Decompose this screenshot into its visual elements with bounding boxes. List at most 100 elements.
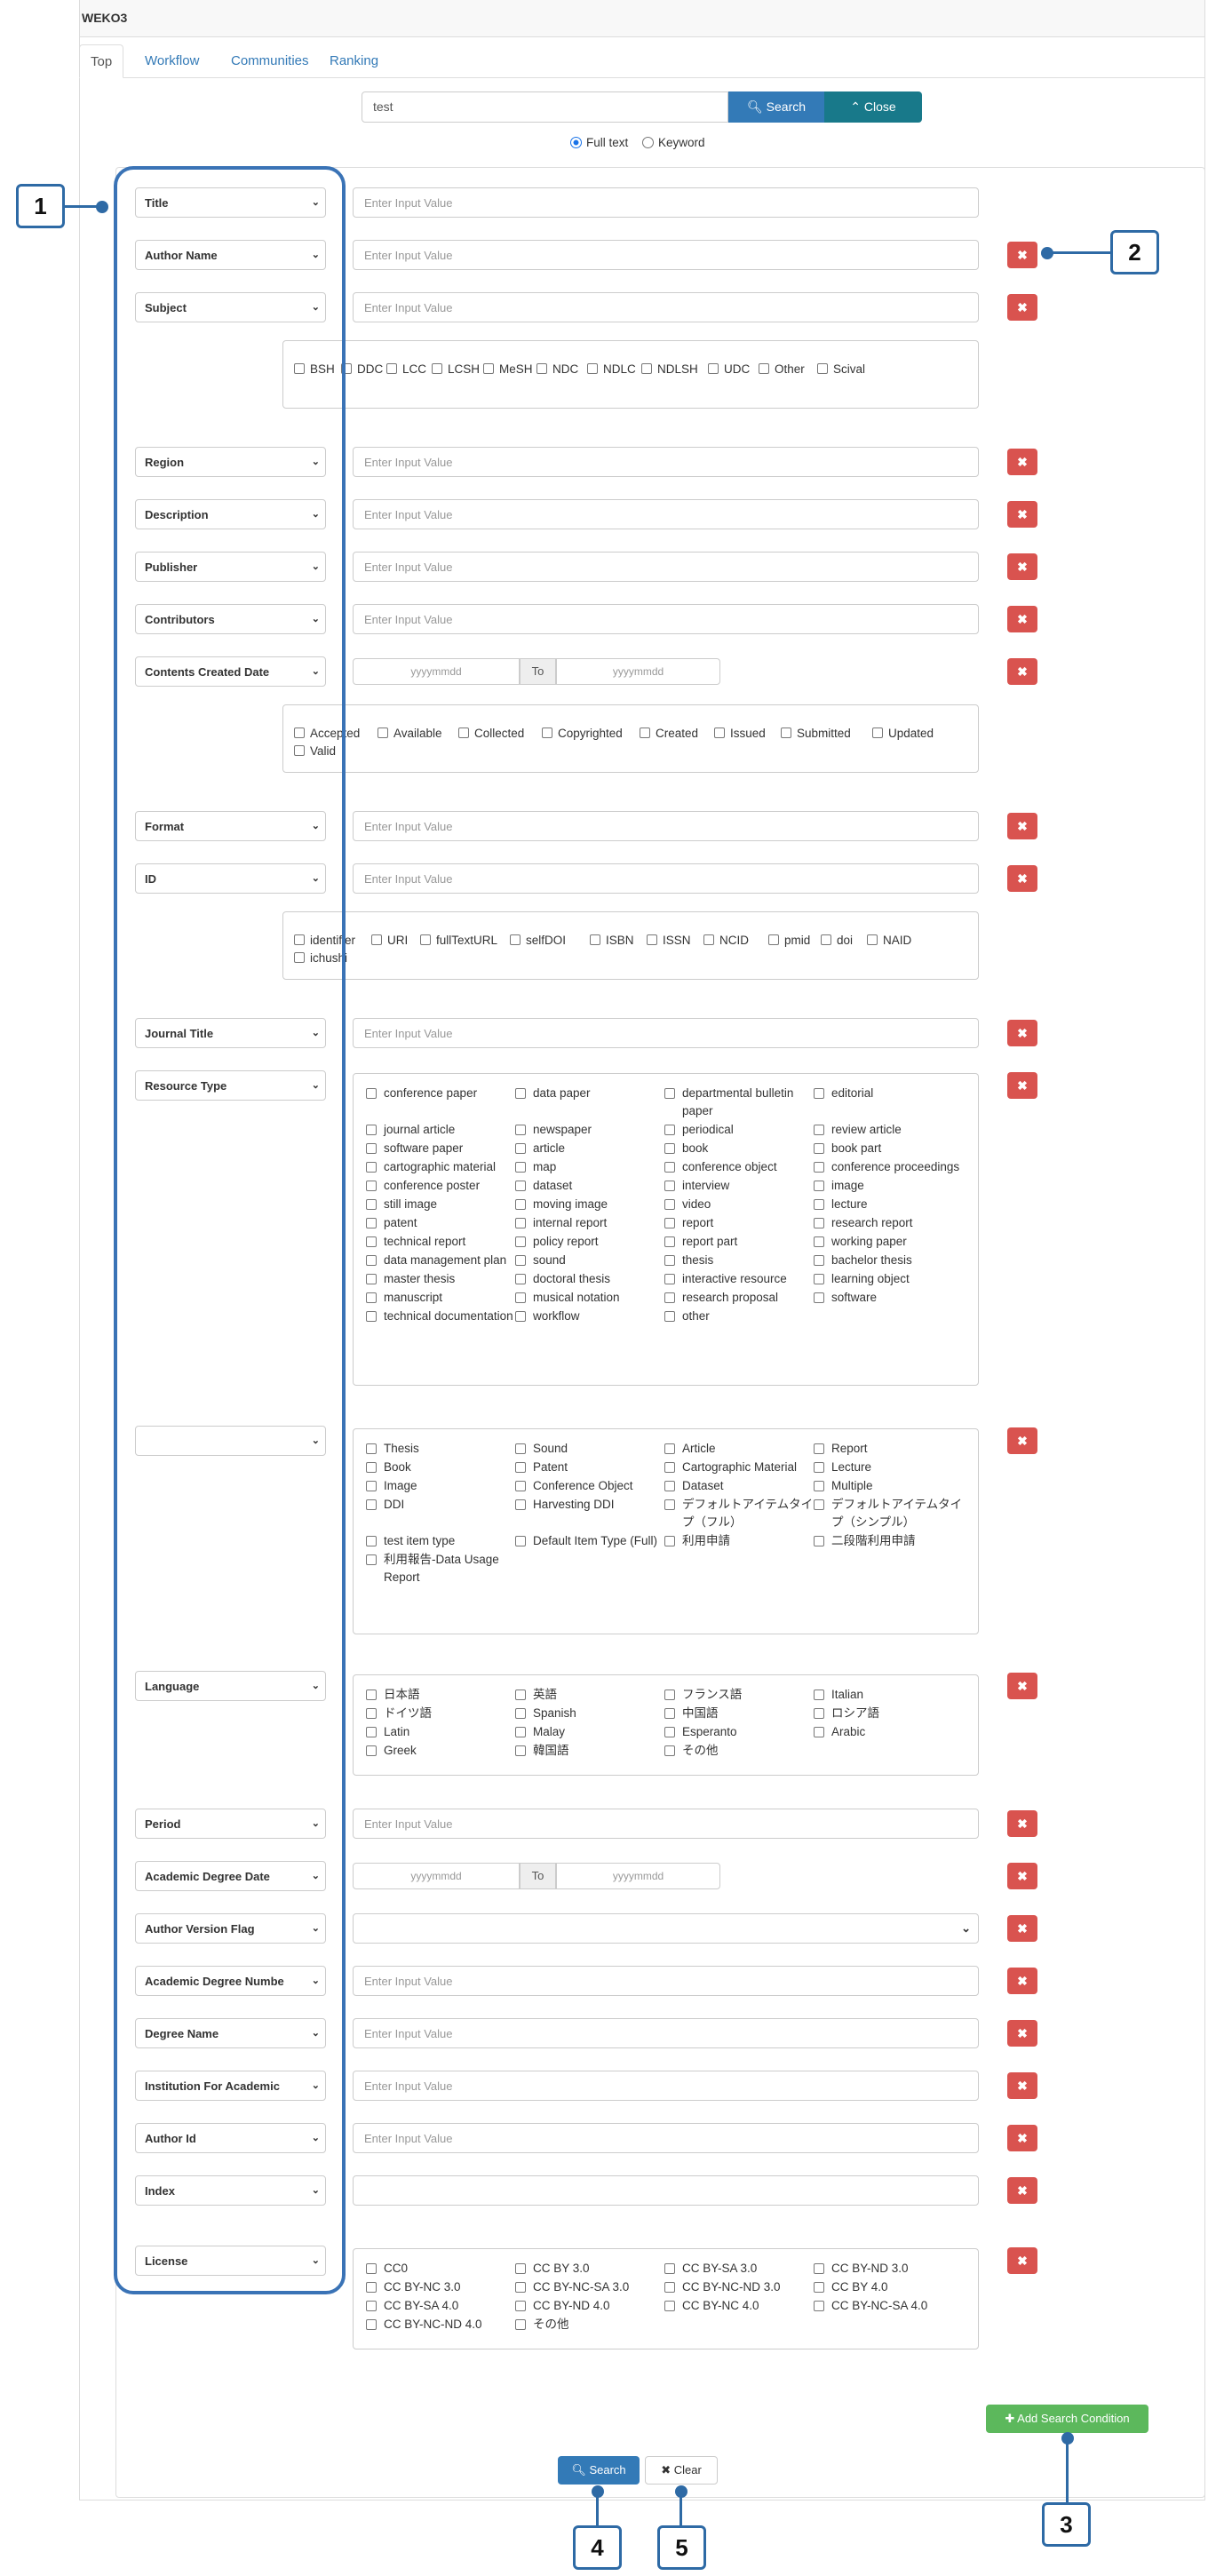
- checkbox-option[interactable]: dataset: [515, 1177, 664, 1195]
- checkbox-box[interactable]: [366, 1125, 377, 1135]
- checkbox-box[interactable]: [366, 1481, 377, 1491]
- checkbox-option[interactable]: book: [664, 1140, 814, 1157]
- checkbox-box[interactable]: [814, 1292, 824, 1303]
- checkbox-box[interactable]: [664, 2263, 675, 2274]
- add-search-condition-button[interactable]: ✚ Add Search Condition: [986, 2405, 1148, 2433]
- checkbox-option[interactable]: Copyrighted: [542, 725, 623, 742]
- checkbox-option[interactable]: patent: [366, 1214, 515, 1232]
- checkbox-option[interactable]: Collected: [458, 725, 524, 742]
- remove-condition-button[interactable]: ✖: [1007, 658, 1037, 685]
- checkbox-option[interactable]: Thesis: [366, 1440, 515, 1458]
- checkbox-box[interactable]: [515, 1745, 526, 1756]
- checkbox-option[interactable]: interview: [664, 1177, 814, 1195]
- checkbox-option[interactable]: URI: [371, 932, 408, 949]
- clear-button[interactable]: ✖ Clear: [645, 2456, 718, 2485]
- checkbox-option[interactable]: master thesis: [366, 1270, 515, 1288]
- remove-condition-button[interactable]: ✖: [1007, 1968, 1037, 1994]
- checkbox-option[interactable]: report: [664, 1214, 814, 1232]
- checkbox-box[interactable]: [515, 2282, 526, 2293]
- checkbox-option[interactable]: data management plan: [366, 1252, 515, 1269]
- checkbox-option[interactable]: Dataset: [664, 1477, 814, 1495]
- checkbox-box[interactable]: [641, 363, 652, 374]
- field-input-author-name[interactable]: Enter Input Value: [353, 240, 979, 270]
- remove-condition-button[interactable]: ✖: [1007, 1427, 1037, 1454]
- checkbox-box[interactable]: [814, 1125, 824, 1135]
- checkbox-option[interactable]: map: [515, 1158, 664, 1176]
- checkbox-box[interactable]: [867, 934, 878, 945]
- checkbox-option[interactable]: CC BY-SA 3.0: [664, 2260, 814, 2278]
- checkbox-option[interactable]: cartographic material: [366, 1158, 515, 1176]
- checkbox-option[interactable]: policy report: [515, 1233, 664, 1251]
- checkbox-box[interactable]: [814, 1274, 824, 1284]
- checkbox-box[interactable]: [536, 363, 547, 374]
- checkbox-box[interactable]: [366, 1745, 377, 1756]
- checkbox-option[interactable]: LCSH: [432, 361, 480, 378]
- checkbox-option[interactable]: selfDOI: [510, 932, 566, 949]
- checkbox-box[interactable]: [664, 1199, 675, 1210]
- checkbox-box[interactable]: [814, 1708, 824, 1719]
- checkbox-box[interactable]: [515, 1125, 526, 1135]
- checkbox-option[interactable]: musical notation: [515, 1289, 664, 1307]
- checkbox-box[interactable]: [759, 363, 769, 374]
- remove-condition-button[interactable]: ✖: [1007, 501, 1037, 528]
- field-input-index[interactable]: [353, 2175, 979, 2206]
- checkbox-box[interactable]: [366, 1443, 377, 1454]
- field-dropdown-author-version-flag[interactable]: ⌄: [353, 1913, 979, 1944]
- checkbox-box[interactable]: [814, 2301, 824, 2311]
- checkbox-option[interactable]: デフォルトアイテムタイプ（シンプル）: [814, 1496, 963, 1531]
- checkbox-option[interactable]: Spanish: [515, 1705, 664, 1722]
- checkbox-option[interactable]: CC BY-NC 4.0: [664, 2297, 814, 2315]
- checkbox-box[interactable]: [814, 1236, 824, 1247]
- field-input-contributors[interactable]: Enter Input Value: [353, 604, 979, 634]
- checkbox-box[interactable]: [515, 1708, 526, 1719]
- checkbox-box[interactable]: [814, 2282, 824, 2293]
- checkbox-option[interactable]: book part: [814, 1140, 963, 1157]
- checkbox-option[interactable]: Lecture: [814, 1459, 963, 1476]
- checkbox-option[interactable]: DDC: [341, 361, 383, 378]
- tab-ranking[interactable]: Ranking: [319, 44, 389, 78]
- checkbox-box[interactable]: [814, 1199, 824, 1210]
- checkbox-box[interactable]: [366, 1462, 377, 1473]
- checkbox-box[interactable]: [483, 363, 494, 374]
- field-input-region[interactable]: Enter Input Value: [353, 447, 979, 477]
- checkbox-option[interactable]: Image: [366, 1477, 515, 1495]
- checkbox-option[interactable]: journal article: [366, 1121, 515, 1139]
- checkbox-option[interactable]: still image: [366, 1196, 515, 1213]
- checkbox-box[interactable]: [664, 1162, 675, 1173]
- checkbox-option[interactable]: Greek: [366, 1742, 515, 1760]
- checkbox-option[interactable]: Arabic: [814, 1723, 963, 1741]
- checkbox-option[interactable]: NDLSH: [641, 361, 698, 378]
- checkbox-box[interactable]: [515, 1218, 526, 1228]
- checkbox-option[interactable]: 二段階利用申請: [814, 1532, 963, 1550]
- checkbox-option[interactable]: working paper: [814, 1233, 963, 1251]
- checkbox-box[interactable]: [664, 1274, 675, 1284]
- checkbox-box[interactable]: [814, 1181, 824, 1191]
- checkbox-option[interactable]: NDC: [536, 361, 578, 378]
- checkbox-option[interactable]: CC BY-NC 3.0: [366, 2278, 515, 2296]
- checkbox-box[interactable]: [664, 1125, 675, 1135]
- checkbox-option[interactable]: report part: [664, 1233, 814, 1251]
- checkbox-option[interactable]: 利用申請: [664, 1532, 814, 1550]
- field-input-academic-degree-numbe[interactable]: Enter Input Value: [353, 1966, 979, 1996]
- checkbox-box[interactable]: [515, 1536, 526, 1546]
- checkbox-box[interactable]: [366, 1181, 377, 1191]
- remove-condition-button[interactable]: ✖: [1007, 2072, 1037, 2099]
- checkbox-option[interactable]: data paper: [515, 1085, 664, 1120]
- checkbox-box[interactable]: [366, 1536, 377, 1546]
- tab-workflow[interactable]: Workflow: [134, 44, 210, 78]
- checkbox-box[interactable]: [366, 1088, 377, 1099]
- checkbox-option[interactable]: fullTextURL: [420, 932, 497, 949]
- field-input-title[interactable]: Enter Input Value: [353, 187, 979, 218]
- checkbox-box[interactable]: [664, 1236, 675, 1247]
- checkbox-box[interactable]: [664, 1292, 675, 1303]
- checkbox-option[interactable]: CC BY-NC-SA 4.0: [814, 2297, 963, 2315]
- field-input-degree-name[interactable]: Enter Input Value: [353, 2018, 979, 2048]
- checkbox-option[interactable]: learning object: [814, 1270, 963, 1288]
- checkbox-option[interactable]: 韓国語: [515, 1742, 664, 1760]
- checkbox-option[interactable]: 利用報告-Data Usage Report: [366, 1551, 515, 1586]
- tab-communities[interactable]: Communities: [220, 44, 320, 78]
- checkbox-box[interactable]: [510, 934, 521, 945]
- field-input-institution-for-academic[interactable]: Enter Input Value: [353, 2071, 979, 2101]
- field-input-format[interactable]: Enter Input Value: [353, 811, 979, 841]
- checkbox-box[interactable]: [366, 1218, 377, 1228]
